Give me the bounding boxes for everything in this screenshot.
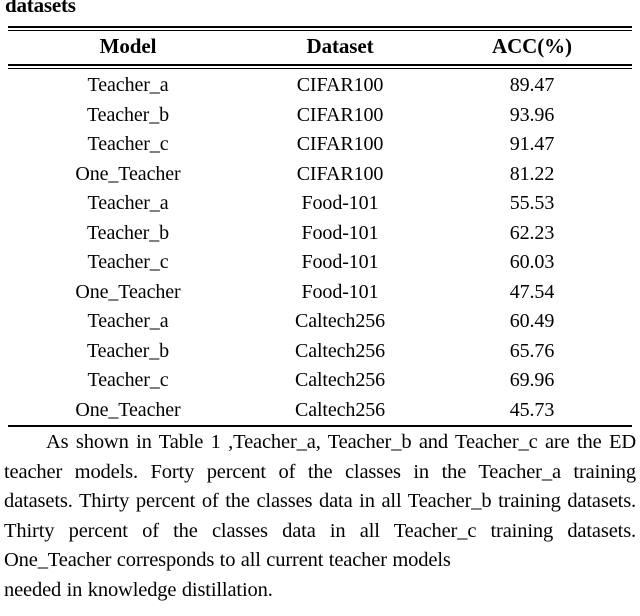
cell-dataset: Food-101	[301, 251, 379, 274]
cell-model: Teacher_c	[87, 251, 169, 274]
paragraph-clipped-last-line: needed in knowledge distillation.	[4, 578, 273, 601]
cell-acc: 60.49	[509, 310, 555, 333]
cell-dataset: Caltech256	[294, 398, 386, 421]
table-row: One_Teacher Caltech256 45.73	[8, 396, 632, 426]
table-row: Teacher_a CIFAR100 89.47	[8, 69, 632, 101]
cell-dataset: Caltech256	[294, 339, 386, 362]
table-row: Teacher_a Food-101 55.53	[8, 189, 632, 219]
cell-model: One_Teacher	[75, 398, 181, 421]
cell-model: Teacher_c	[87, 133, 169, 156]
cell-model: One_Teacher	[75, 162, 181, 185]
table-row: Teacher_a Caltech256 60.49	[8, 307, 632, 337]
cell-acc: 62.23	[509, 221, 555, 244]
results-table-body-wrapper: Teacher_a CIFAR100 89.47 Teacher_b CIFAR…	[8, 69, 632, 425]
cell-dataset: Caltech256	[294, 369, 386, 392]
table-row: One_Teacher Food-101 47.54	[8, 278, 632, 308]
paragraph-main-text: As shown in Table 1 ,Teacher_a, Teacher_…	[4, 431, 636, 571]
table-row: Teacher_b Caltech256 65.76	[8, 337, 632, 367]
table-row: Teacher_b Food-101 62.23	[8, 219, 632, 249]
table-row: One_Teacher CIFAR100 81.22	[8, 160, 632, 190]
cell-dataset: Caltech256	[294, 310, 386, 333]
table-row: Teacher_b CIFAR100 93.96	[8, 101, 632, 131]
cell-acc: 55.53	[509, 192, 555, 215]
caption-tail-text: datasets	[5, 0, 76, 17]
table-bottom-rule	[8, 425, 632, 427]
cell-model: Teacher_a	[87, 74, 169, 97]
cell-acc: 81.22	[509, 162, 555, 185]
cell-dataset: CIFAR100	[296, 74, 384, 97]
cell-acc: 60.03	[509, 251, 555, 274]
cell-acc: 93.96	[509, 103, 555, 126]
column-header-model: Model	[99, 34, 157, 58]
cell-dataset: CIFAR100	[296, 162, 384, 185]
cell-acc: 65.76	[509, 339, 555, 362]
table-row: Teacher_c Food-101 60.03	[8, 248, 632, 278]
cell-model: Teacher_a	[87, 310, 169, 333]
cell-dataset: Food-101	[301, 221, 379, 244]
cell-acc: 45.73	[509, 398, 555, 421]
table-header-row: Model Dataset ACC(%)	[8, 31, 632, 64]
cell-dataset: CIFAR100	[296, 133, 384, 156]
body-paragraph: As shown in Table 1 ,Teacher_a, Teacher_…	[4, 428, 636, 605]
cell-acc: 69.96	[509, 369, 555, 392]
cell-dataset: CIFAR100	[296, 103, 384, 126]
table-header: Model Dataset ACC(%)	[8, 31, 632, 64]
cell-acc: 47.54	[509, 280, 555, 303]
cell-model: Teacher_a	[87, 192, 169, 215]
column-header-dataset: Dataset	[306, 34, 374, 58]
results-table: Model Dataset ACC(%)	[8, 31, 632, 64]
table-body: Teacher_a CIFAR100 89.47 Teacher_b CIFAR…	[8, 69, 632, 425]
cell-model: Teacher_b	[86, 221, 170, 244]
cell-model: Teacher_b	[86, 339, 170, 362]
results-table-container: Model Dataset ACC(%) Teacher_a CIFAR100 …	[8, 26, 632, 427]
cell-model: Teacher_b	[86, 103, 170, 126]
column-header-acc: ACC(%)	[492, 34, 572, 58]
cell-acc: 91.47	[509, 133, 555, 156]
cell-model: One_Teacher	[75, 280, 181, 303]
cell-dataset: Food-101	[301, 280, 379, 303]
table-row: Teacher_c CIFAR100 91.47	[8, 130, 632, 160]
cell-acc: 89.47	[509, 74, 555, 97]
table-row: Teacher_c Caltech256 69.96	[8, 366, 632, 396]
cell-dataset: Food-101	[301, 192, 379, 215]
cell-model: Teacher_c	[87, 369, 169, 392]
